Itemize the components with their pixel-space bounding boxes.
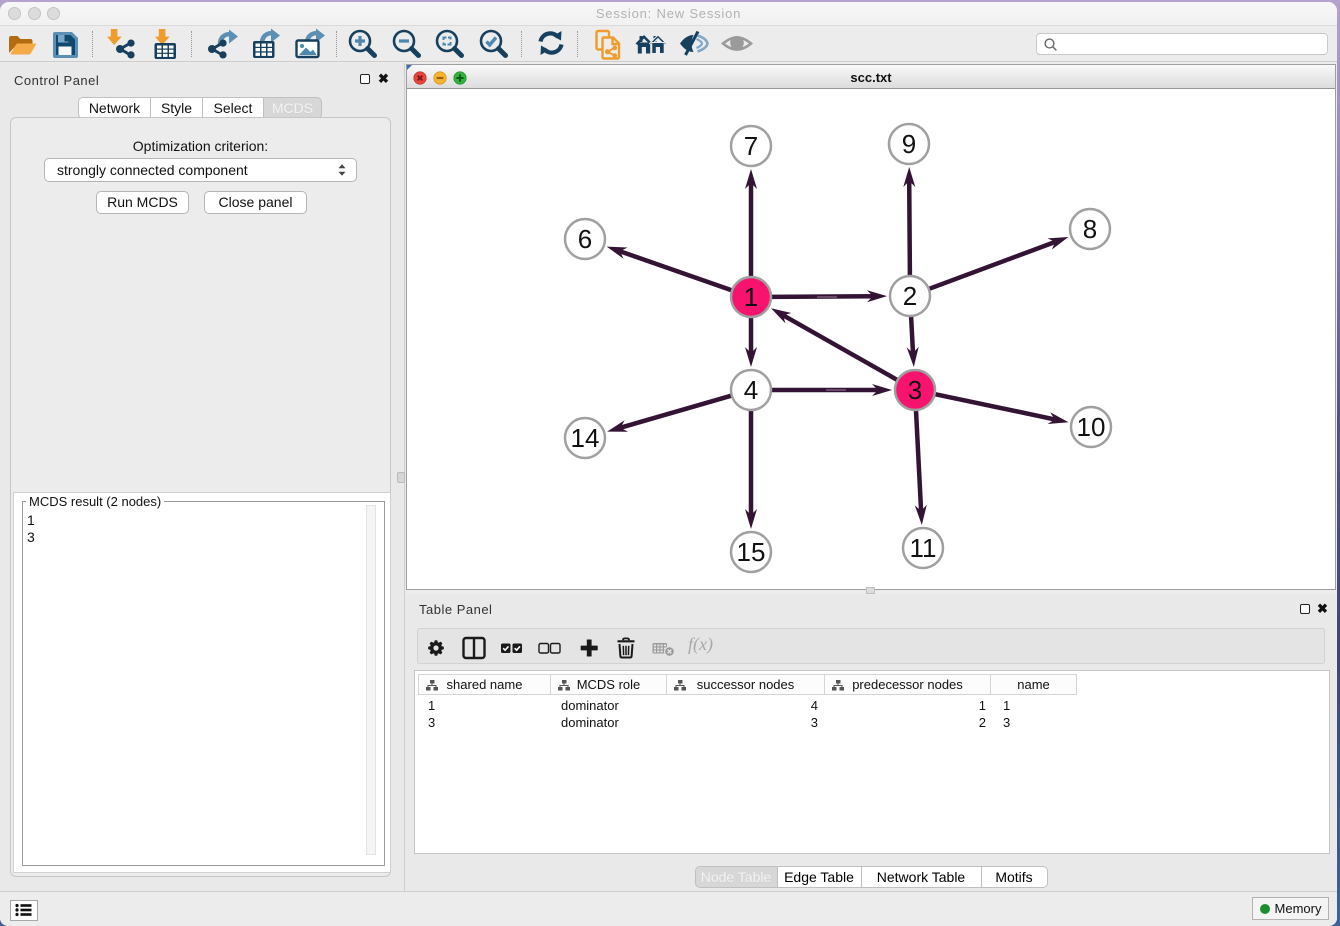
svg-text:9: 9 bbox=[902, 129, 916, 159]
svg-text:2: 2 bbox=[903, 281, 917, 311]
svg-text:1: 1 bbox=[744, 282, 758, 312]
svg-text:3: 3 bbox=[908, 375, 922, 405]
svg-text:4: 4 bbox=[744, 375, 758, 405]
svg-text:11: 11 bbox=[910, 533, 937, 563]
svg-text:14: 14 bbox=[571, 423, 600, 453]
svg-text:10: 10 bbox=[1077, 412, 1106, 442]
svg-text:6: 6 bbox=[578, 224, 592, 254]
svg-text:15: 15 bbox=[737, 537, 766, 567]
svg-text:8: 8 bbox=[1083, 214, 1097, 244]
svg-text:7: 7 bbox=[744, 131, 758, 161]
